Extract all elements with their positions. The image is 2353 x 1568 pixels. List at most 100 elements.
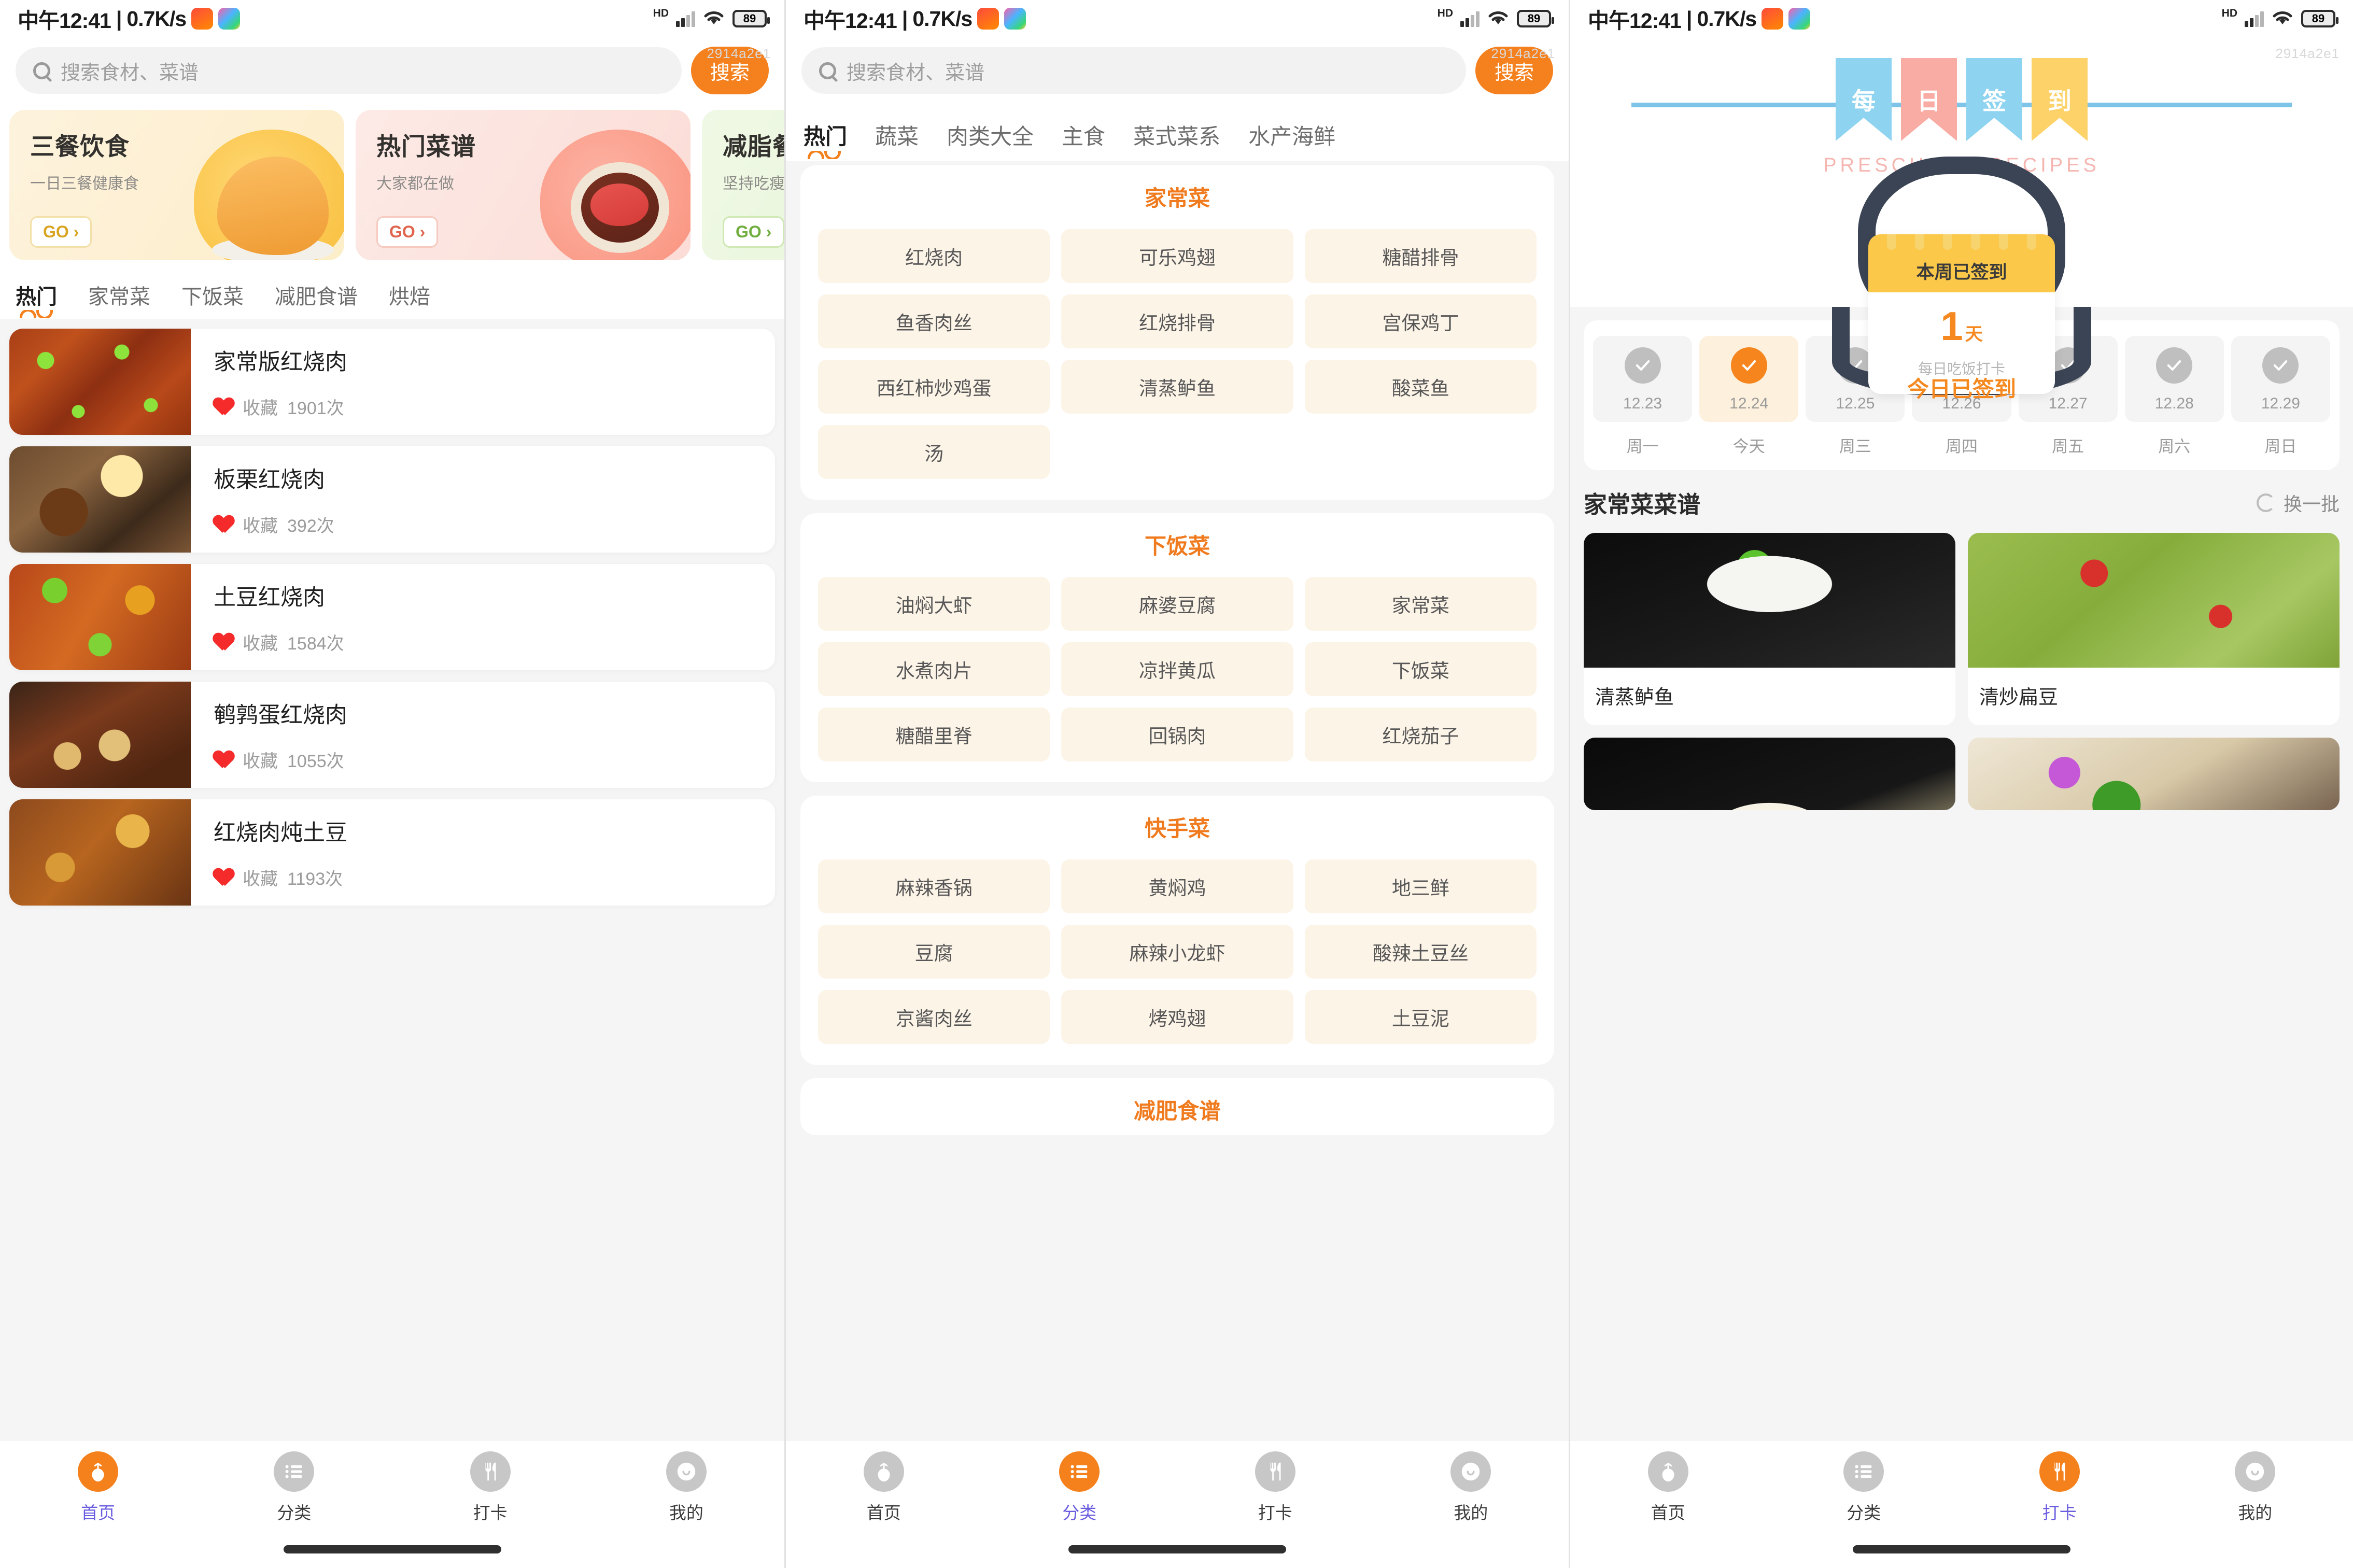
recommend-card[interactable]: 清炒扁豆 (1968, 533, 2340, 725)
nav-item-home[interactable]: 首页 (786, 1451, 982, 1524)
dish-chip[interactable]: 红烧茄子 (1304, 708, 1537, 761)
search-icon (33, 62, 50, 79)
favorite-label: 收藏 (243, 634, 278, 654)
section-title: 家常菜 (1144, 186, 1210, 210)
week-label: 今天 (1732, 437, 1765, 456)
tab-homestyle[interactable]: 家常菜 (88, 280, 150, 315)
dish-chip[interactable]: 鱼香肉丝 (818, 294, 1050, 348)
banner-go-button[interactable]: GO › (30, 216, 92, 248)
tab-staple[interactable]: 主食 (1062, 119, 1105, 156)
dish-chip[interactable]: 糖醋里脊 (818, 708, 1050, 761)
nav-item-category[interactable]: 分类 (196, 1451, 392, 1524)
nav-item-profile[interactable]: 我的 (1373, 1451, 1569, 1524)
week-label: 周一 (1626, 437, 1659, 456)
nav-item-home[interactable]: 首页 (0, 1451, 196, 1524)
tab-diet[interactable]: 减肥食谱 (275, 280, 358, 315)
dish-chip[interactable]: 油焖大虾 (818, 577, 1050, 631)
tab-cuisine[interactable]: 菜式菜系 (1133, 119, 1220, 156)
chip-grid: 麻辣香锅 黄焖鸡 地三鲜 豆腐 麻辣小龙虾 酸辣土豆丝 京酱肉丝 烤鸡翅 土豆泥 (818, 859, 1537, 1044)
recipe-thumbnail (9, 799, 191, 906)
heart-icon (214, 633, 233, 651)
week-day-today[interactable]: 12.24 今天 (1699, 336, 1799, 457)
nav-label: 打卡 (1258, 1503, 1292, 1522)
week-day[interactable]: 12.23 周一 (1593, 336, 1693, 457)
dish-chip[interactable]: 西红柿炒鸡蛋 (818, 360, 1050, 414)
banner-card-popular[interactable]: 热门菜谱 大家都在做 GO › (356, 110, 691, 260)
app-badge-icon (191, 8, 214, 30)
nav-item-category[interactable]: 分类 (982, 1451, 1178, 1524)
bottom-nav[interactable]: 首页 分类 打卡 我的 (1570, 1441, 2353, 1568)
dish-chip[interactable]: 麻婆豆腐 (1061, 577, 1293, 631)
week-day[interactable]: 12.28 周六 (2124, 336, 2224, 457)
nav-item-home[interactable]: 首页 (1570, 1451, 1766, 1524)
nav-item-checkin[interactable]: 打卡 (1177, 1451, 1373, 1524)
signin-header: 每 日 签 到 PRESCHOOL RECIPES 本周已签到 1 天 每日吃饭… (1570, 37, 2353, 401)
dish-chip[interactable]: 汤 (818, 425, 1050, 479)
dish-chip[interactable]: 麻辣香锅 (818, 859, 1050, 913)
nav-label: 我的 (1454, 1503, 1488, 1522)
dish-chip[interactable]: 糖醋排骨 (1304, 229, 1537, 283)
dish-chip[interactable]: 酸辣土豆丝 (1304, 925, 1537, 979)
dish-chip[interactable]: 烤鸡翅 (1061, 990, 1293, 1044)
hd-icon: HD (653, 7, 669, 19)
dish-chip[interactable]: 京酱肉丝 (818, 990, 1050, 1044)
section-title: 减肥食谱 (1133, 1099, 1221, 1123)
search-input[interactable]: 搜索食材、菜谱 (16, 47, 682, 94)
dish-chip[interactable]: 地三鲜 (1304, 859, 1537, 913)
week-label: 周六 (2158, 437, 2191, 456)
recipe-list: 家常版红烧肉 收藏 1901次 板栗红烧肉 收藏 392次 土豆红烧肉 收藏 1… (0, 319, 784, 906)
dish-chip[interactable]: 豆腐 (818, 925, 1050, 979)
app-badge-icon (977, 8, 999, 30)
recipe-list-item[interactable]: 鹌鹑蛋红烧肉 收藏 1055次 (9, 682, 775, 788)
tab-vegetables[interactable]: 蔬菜 (875, 119, 919, 156)
home-tabs[interactable]: 热门 家常菜 下饭菜 减肥食谱 烘焙 (0, 269, 784, 319)
search-input[interactable]: 搜索食材、菜谱 (801, 47, 1466, 94)
nav-label: 首页 (866, 1503, 901, 1522)
tab-ricedish[interactable]: 下饭菜 (181, 280, 244, 315)
tab-seafood[interactable]: 水产海鲜 (1248, 119, 1335, 156)
week-day[interactable]: 12.29 周日 (2231, 336, 2330, 457)
dish-chip[interactable]: 宫保鸡丁 (1304, 294, 1537, 348)
category-tabs[interactable]: 热门 蔬菜 肉类大全 主食 菜式菜系 水产海鲜 (786, 106, 1569, 161)
dish-chip[interactable]: 凉拌黄瓜 (1061, 642, 1293, 696)
dish-chip[interactable]: 可乐鸡翅 (1061, 229, 1293, 283)
bottom-nav[interactable]: 首页 分类 打卡 我的 (786, 1441, 1569, 1568)
dish-chip[interactable]: 清蒸鲈鱼 (1061, 360, 1293, 414)
recipe-image (1968, 533, 2340, 668)
dish-chip[interactable]: 麻辣小龙虾 (1061, 925, 1293, 979)
nav-item-checkin[interactable]: 打卡 (1962, 1451, 2158, 1524)
bottom-nav[interactable]: 首页 分类 打卡 我的 (0, 1441, 784, 1568)
tab-hot[interactable]: 热门 (804, 119, 847, 159)
tab-hot[interactable]: 热门 (16, 280, 57, 318)
dish-chip[interactable]: 家常菜 (1304, 577, 1537, 631)
tab-meat[interactable]: 肉类大全 (947, 119, 1034, 156)
nav-item-checkin[interactable]: 打卡 (392, 1451, 588, 1524)
recipe-thumbnail (9, 564, 191, 670)
recommend-card[interactable]: 清蒸鲈鱼 (1584, 533, 1955, 725)
recipe-list-item[interactable]: 土豆红烧肉 收藏 1584次 (9, 564, 775, 670)
dish-chip[interactable]: 黄焖鸡 (1061, 859, 1293, 913)
banner-go-button[interactable]: GO › (723, 216, 784, 248)
banner-card-meals[interactable]: 三餐饮食 一日三餐健康食 GO › (9, 110, 344, 260)
dish-chip[interactable]: 下饭菜 (1304, 642, 1537, 696)
dish-chip[interactable]: 水煮肉片 (818, 642, 1050, 696)
nav-item-profile[interactable]: 我的 (2158, 1451, 2353, 1524)
nav-item-category[interactable]: 分类 (1766, 1451, 1962, 1524)
recipe-list-item[interactable]: 红烧肉炖土豆 收藏 1193次 (9, 799, 775, 906)
recommend-card[interactable] (1968, 738, 2340, 810)
banner-carousel[interactable]: 三餐饮食 一日三餐健康食 GO › 热门菜谱 大家都在做 GO › 减脂餐 坚持 (0, 106, 784, 269)
banner-go-button[interactable]: GO › (376, 216, 439, 248)
refresh-button[interactable]: 换一批 (2256, 489, 2340, 516)
recipe-list-item[interactable]: 家常版红烧肉 收藏 1901次 (9, 329, 775, 435)
banner-card-diet[interactable]: 减脂餐 坚持吃瘦下来 GO › (702, 110, 784, 260)
dish-chip[interactable]: 红烧肉 (818, 229, 1050, 283)
dish-chip[interactable]: 酸菜鱼 (1304, 360, 1537, 414)
dish-chip[interactable]: 回锅肉 (1061, 708, 1293, 761)
recommend-card[interactable] (1584, 738, 1955, 810)
dish-chip[interactable]: 土豆泥 (1304, 990, 1537, 1044)
recipe-thumbnail (9, 682, 191, 788)
nav-item-profile[interactable]: 我的 (588, 1451, 784, 1524)
dish-chip[interactable]: 红烧排骨 (1061, 294, 1293, 348)
tab-baking[interactable]: 烘焙 (389, 280, 430, 315)
recipe-list-item[interactable]: 板栗红烧肉 收藏 392次 (9, 446, 775, 553)
